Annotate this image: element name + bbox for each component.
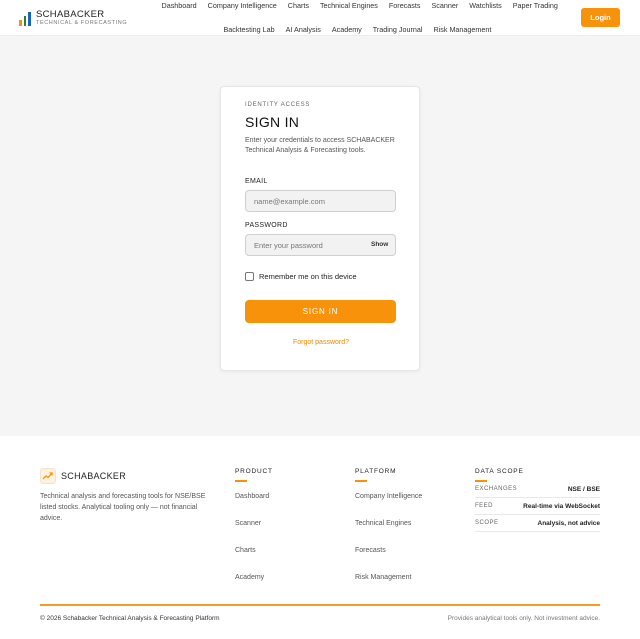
footer-link-dashboard[interactable]: Dashboard (235, 493, 269, 500)
site-footer: SCHABACKER Technical analysis and foreca… (0, 436, 640, 639)
data-scope-row: SCOPE Analysis, not advice (475, 515, 600, 532)
footer-data-scope-title: DATA SCOPE (475, 468, 524, 482)
signin-eyebrow: IDENTITY ACCESS (245, 102, 311, 108)
footer-brand-name: SCHABACKER (61, 471, 127, 481)
footer-copyright: © 2026 Schabacker Technical Analysis & F… (40, 615, 220, 622)
data-scope-value: NSE / BSE (567, 485, 600, 493)
nav-row-primary: Dashboard Company Intelligence Charts Te… (156, 2, 563, 10)
remember-label[interactable]: Remember me on this device (259, 272, 357, 281)
nav-trading-journal[interactable]: Trading Journal (367, 26, 428, 34)
footer-divider (40, 604, 600, 606)
footer-link-charts[interactable]: Charts (235, 547, 256, 554)
footer-link-academy[interactable]: Academy (235, 574, 264, 581)
nav-forecasts[interactable]: Forecasts (383, 2, 426, 10)
email-field[interactable] (245, 190, 396, 212)
brand-logo[interactable]: SCHABACKER TECHNICAL & FORECASTING (19, 10, 127, 27)
email-label: EMAIL (245, 178, 268, 185)
footer-disclaimer: Provides analytical tools only. Not inve… (447, 615, 600, 622)
data-scope-key: SCOPE (475, 520, 499, 526)
footer-link-scanner[interactable]: Scanner (235, 520, 261, 527)
password-label: PASSWORD (245, 222, 288, 229)
nav-backtesting-lab[interactable]: Backtesting Lab (218, 26, 280, 34)
nav-risk-management[interactable]: Risk Management (428, 26, 497, 34)
nav-charts[interactable]: Charts (282, 2, 314, 10)
signin-card: IDENTITY ACCESS SIGN IN Enter your crede… (220, 86, 420, 371)
signin-submit-button[interactable]: SIGN IN (245, 300, 396, 323)
nav-paper-trading[interactable]: Paper Trading (507, 2, 563, 10)
footer-link-forecasts[interactable]: Forecasts (355, 547, 386, 554)
footer-link-technical-engines[interactable]: Technical Engines (355, 520, 411, 527)
nav-technical-engines[interactable]: Technical Engines (314, 2, 383, 10)
data-scope-key: FEED (475, 503, 494, 509)
footer-link-risk-management[interactable]: Risk Management (355, 574, 411, 581)
footer-description: Technical analysis and forecasting tools… (40, 493, 206, 522)
nav-dashboard[interactable]: Dashboard (156, 2, 202, 10)
bar-chart-icon (19, 11, 31, 26)
footer-brand[interactable]: SCHABACKER (40, 468, 126, 484)
data-scope-row: FEED Real-time via WebSocket (475, 498, 600, 515)
data-scope-value: Analysis, not advice (537, 519, 601, 527)
signin-description: Enter your credentials to access SCHABAC… (245, 137, 395, 154)
forgot-password-link[interactable]: Forgot password? (221, 339, 421, 346)
trend-up-icon (40, 468, 56, 484)
data-scope-key: EXCHANGES (475, 486, 518, 492)
login-button[interactable]: Login (581, 8, 620, 27)
footer-link-company-intelligence[interactable]: Company Intelligence (355, 493, 422, 500)
top-header: SCHABACKER TECHNICAL & FORECASTING Dashb… (0, 0, 640, 36)
remember-checkbox[interactable] (245, 272, 254, 281)
nav-company-intelligence[interactable]: Company Intelligence (202, 2, 282, 10)
data-scope-value: Real-time via WebSocket (523, 502, 600, 510)
nav-watchlists[interactable]: Watchlists (464, 2, 507, 10)
footer-platform-title: PLATFORM (355, 468, 397, 482)
brand-name: SCHABACKER (36, 9, 105, 20)
signin-title: SIGN IN (245, 114, 300, 130)
nav-scanner[interactable]: Scanner (426, 2, 464, 10)
show-password-button[interactable]: Show (371, 241, 388, 248)
footer-product-title: PRODUCT (235, 468, 273, 482)
nav-row-secondary: Backtesting Lab AI Analysis Academy Trad… (218, 26, 497, 34)
data-scope-row: EXCHANGES NSE / BSE (475, 481, 600, 498)
nav-ai-analysis[interactable]: AI Analysis (280, 26, 326, 34)
brand-subtitle: TECHNICAL & FORECASTING (36, 20, 128, 26)
nav-academy[interactable]: Academy (326, 26, 367, 34)
